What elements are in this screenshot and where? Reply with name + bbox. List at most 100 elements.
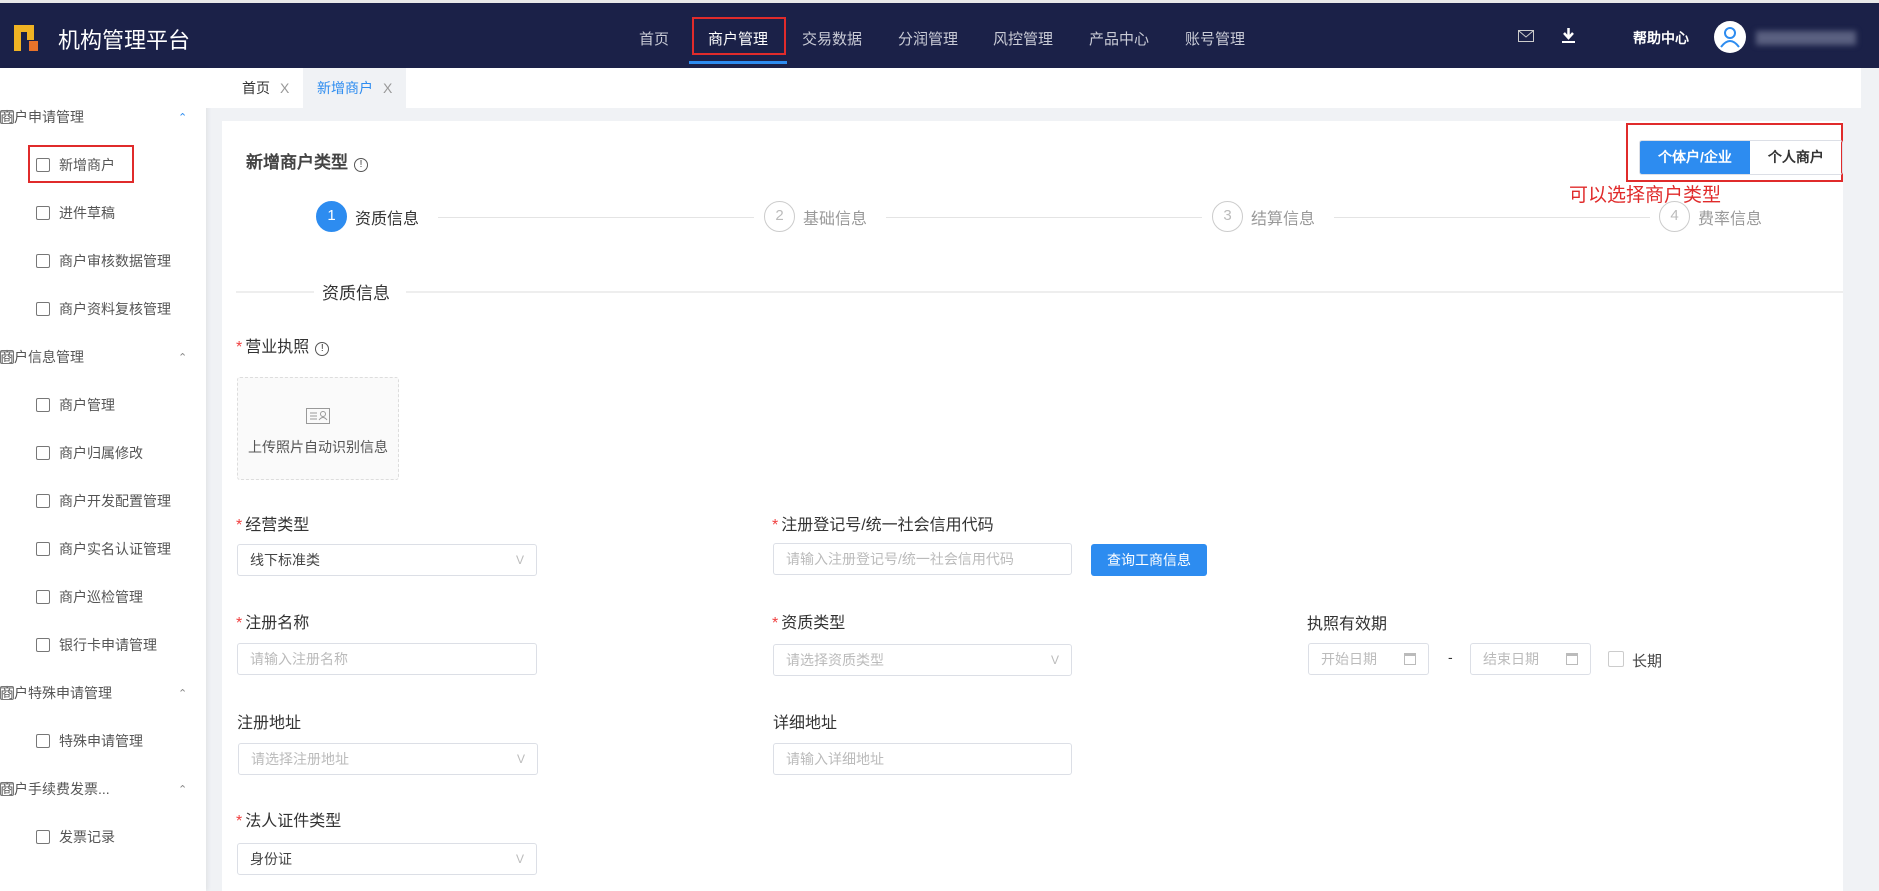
- type-personal-merchant-button[interactable]: 个人商户: [1750, 141, 1842, 174]
- step-3: 3 结算信息: [1212, 201, 1315, 232]
- registered-address-select[interactable]: 请选择注册地址 V: [238, 743, 538, 775]
- type-individual-enterprise-button[interactable]: 个体户/企业: [1640, 141, 1750, 174]
- menu-icon: [36, 494, 50, 508]
- sidebar-item-label: 商户实名认证管理: [59, 541, 171, 557]
- sidebar-item[interactable]: 商户巡检管理: [0, 585, 206, 609]
- sidebar-item-label: 商户巡检管理: [59, 589, 143, 605]
- calendar-icon: [1566, 653, 1578, 665]
- merchant-type-toggle: 个体户/企业 个人商户: [1639, 140, 1843, 175]
- sidebar-item[interactable]: 银行卡申请管理: [0, 633, 206, 657]
- start-date-input[interactable]: 开始日期: [1308, 643, 1429, 675]
- detail-address-input[interactable]: 请输入详细地址: [773, 743, 1072, 775]
- divider: [236, 291, 314, 293]
- step-label: 费率信息: [1698, 210, 1763, 228]
- required-mark: *: [772, 517, 779, 534]
- sidebar-item[interactable]: 特殊申请管理: [0, 729, 206, 753]
- chevron-up-icon[interactable]: ⌃: [178, 111, 187, 124]
- sidebar-group[interactable]: 商户特殊申请管理 ⌃: [0, 681, 206, 705]
- registration-number-input[interactable]: 请输入注册登记号/统一社会信用代码: [773, 543, 1072, 575]
- scrollbar[interactable]: [1861, 68, 1879, 891]
- tab-label: 首页: [242, 80, 270, 96]
- query-business-info-button[interactable]: 查询工商信息: [1091, 544, 1207, 576]
- help-center-link[interactable]: 帮助中心: [1633, 28, 1689, 48]
- menu-icon: [36, 590, 50, 604]
- sidebar-item[interactable]: 发票记录: [0, 825, 206, 849]
- mail-icon[interactable]: [1518, 30, 1534, 42]
- menu-icon: [0, 350, 14, 364]
- chevron-down-icon: V: [1050, 653, 1059, 667]
- label-text: 注册名称: [245, 615, 310, 632]
- sidebar-group[interactable]: 商户手续费发票... ⌃: [0, 777, 206, 801]
- tab-new-merchant[interactable]: 新增商户 X: [303, 68, 407, 108]
- long-term-checkbox[interactable]: [1608, 651, 1624, 667]
- nav-risk-control[interactable]: 风控管理: [993, 28, 1053, 49]
- page-title-text: 新增商户类型: [246, 153, 348, 172]
- license-upload-box[interactable]: 上传照片自动识别信息: [237, 377, 399, 480]
- nav-profit-sharing[interactable]: 分润管理: [898, 28, 958, 49]
- step-4: 4 费率信息: [1659, 201, 1762, 232]
- nav-transaction-data[interactable]: 交易数据: [802, 28, 862, 49]
- sidebar-item-label: 发票记录: [59, 829, 115, 845]
- sidebar-item[interactable]: 商户管理: [0, 393, 206, 417]
- step-1: 1 资质信息: [316, 201, 419, 232]
- download-icon[interactable]: [1561, 28, 1576, 44]
- sidebar-group[interactable]: 商户申请管理 ⌃: [0, 105, 206, 129]
- user-icon: [1720, 27, 1740, 48]
- calendar-icon: [1404, 653, 1416, 665]
- sidebar-item[interactable]: 进件草稿: [0, 201, 206, 225]
- sidebar-group[interactable]: 商户信息管理 ⌃: [0, 345, 206, 369]
- logo-icon: [14, 25, 38, 51]
- sidebar-item-label: 进件草稿: [59, 205, 115, 221]
- chevron-up-icon[interactable]: ⌃: [178, 351, 187, 364]
- menu-icon: [36, 446, 50, 460]
- qualification-type-select[interactable]: 请选择资质类型 V: [773, 644, 1072, 676]
- sidebar-item[interactable]: 商户开发配置管理: [0, 489, 206, 513]
- business-type-select[interactable]: 线下标准类 V: [237, 544, 537, 576]
- registered-name-input[interactable]: 请输入注册名称: [237, 643, 537, 675]
- sidebar-item[interactable]: 商户实名认证管理: [0, 537, 206, 561]
- tab-home[interactable]: 首页 X: [228, 68, 303, 108]
- select-value: 线下标准类: [250, 552, 320, 568]
- chevron-up-icon[interactable]: ⌃: [178, 783, 187, 796]
- select-placeholder: 请选择注册地址: [251, 751, 349, 767]
- nav-product-center[interactable]: 产品中心: [1089, 28, 1149, 49]
- step-connector: [1334, 217, 1650, 218]
- step-number: 2: [764, 201, 795, 232]
- menu-icon: [0, 686, 14, 700]
- sidebar-item[interactable]: 商户归属修改: [0, 441, 206, 465]
- step-number: 4: [1659, 201, 1690, 232]
- registration-number-label: * 注册登记号/统一社会信用代码: [772, 511, 994, 535]
- detail-address-label: 详细地址: [773, 715, 838, 732]
- chevron-up-icon[interactable]: ⌃: [178, 687, 187, 700]
- menu-icon: [36, 398, 50, 412]
- sidebar-item-label: 商户特殊申请管理: [0, 685, 112, 701]
- close-icon[interactable]: X: [280, 80, 289, 96]
- date-placeholder: 开始日期: [1321, 651, 1377, 667]
- menu-icon: [36, 254, 50, 268]
- avatar[interactable]: [1714, 21, 1746, 53]
- menu-icon: [0, 110, 14, 124]
- nav-active-indicator: [689, 61, 787, 64]
- sidebar-item[interactable]: 商户资料复核管理: [0, 297, 206, 321]
- label-text: 资质类型: [781, 615, 846, 632]
- nav-account-management[interactable]: 账号管理: [1185, 28, 1245, 49]
- close-icon[interactable]: X: [383, 80, 392, 96]
- top-header: 机构管理平台 首页 商户管理 交易数据 分润管理 风控管理 产品中心 账号管理 …: [0, 0, 1879, 68]
- legal-id-type-select[interactable]: 身份证 V: [237, 843, 537, 875]
- info-icon[interactable]: !: [315, 342, 330, 356]
- tab-label: 新增商户: [317, 80, 373, 96]
- divider: [406, 291, 1843, 293]
- upload-text: 上传照片自动识别信息: [248, 439, 388, 455]
- end-date-input[interactable]: 结束日期: [1470, 643, 1591, 675]
- username-redacted: [1756, 31, 1856, 45]
- sidebar-item[interactable]: 商户审核数据管理: [0, 249, 206, 273]
- highlight-box: [28, 145, 134, 183]
- menu-icon: [36, 830, 50, 844]
- info-icon[interactable]: !: [354, 158, 368, 172]
- page-title: 新增商户类型!: [246, 148, 368, 173]
- sidebar-item-label: 商户审核数据管理: [59, 253, 171, 269]
- nav-home[interactable]: 首页: [639, 28, 669, 49]
- sidebar-item-label: 商户资料复核管理: [59, 301, 171, 317]
- menu-icon: [36, 542, 50, 556]
- label-text: 营业执照: [245, 339, 310, 356]
